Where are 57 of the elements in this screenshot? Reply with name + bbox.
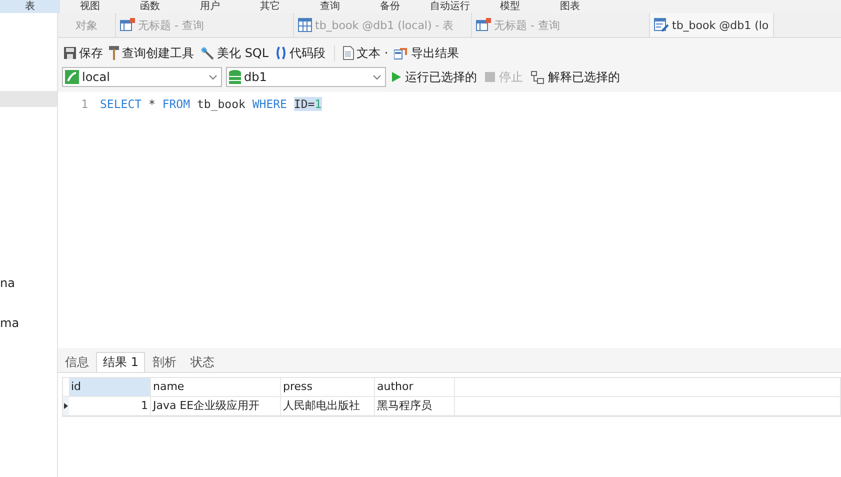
menu-item[interactable]: 其它 bbox=[240, 0, 300, 13]
sql-editor[interactable]: 1 SELECT * FROM tb_book WHERE ID=1 bbox=[58, 92, 841, 348]
save-icon bbox=[64, 47, 76, 59]
database-select[interactable]: db1 bbox=[226, 67, 386, 87]
result-tab[interactable]: 状态 bbox=[183, 352, 222, 372]
menu-item[interactable]: 查询 bbox=[300, 0, 360, 13]
menu-item[interactable]: 用户 bbox=[180, 0, 240, 13]
toolbar-button[interactable]: 文本 · bbox=[334, 44, 390, 62]
sidebar-item[interactable]: ma bbox=[0, 315, 57, 331]
toolbar-button[interactable]: 代码段 bbox=[272, 44, 328, 62]
row-pointer-icon bbox=[64, 403, 68, 409]
chevron-down-icon bbox=[373, 74, 381, 80]
toolbar-button[interactable]: 保存 bbox=[62, 44, 105, 62]
sidebar-item[interactable]: na bbox=[0, 275, 57, 291]
run-action-button[interactable]: 运行已选择的 bbox=[390, 68, 479, 86]
toolbar-button[interactable]: 美化 SQL bbox=[198, 44, 271, 62]
table-cell: Java EE企业级应用开 bbox=[151, 397, 281, 415]
stop-icon bbox=[485, 72, 495, 82]
result-tab[interactable]: 剖析 bbox=[145, 352, 184, 372]
result-tab[interactable]: 信息 bbox=[58, 352, 96, 372]
menu-item[interactable]: 备份 bbox=[360, 0, 420, 13]
sidebar-item[interactable] bbox=[0, 91, 57, 107]
column-header[interactable]: id bbox=[69, 378, 151, 396]
line-number: 1 bbox=[80, 96, 88, 112]
connection-icon bbox=[65, 70, 79, 84]
result-tab[interactable]: 结果 1 bbox=[96, 352, 146, 372]
export-icon bbox=[394, 46, 408, 60]
run-action-button[interactable]: 解释已选择的 bbox=[529, 68, 622, 86]
chevron-down-icon bbox=[209, 74, 217, 80]
column-header[interactable]: author bbox=[375, 378, 455, 396]
menu-item[interactable]: 函数 bbox=[120, 0, 180, 13]
explain-icon bbox=[531, 70, 544, 84]
query-table-icon bbox=[476, 18, 491, 32]
table-cell: 人民邮电出版社 bbox=[281, 397, 375, 415]
code-line: SELECT * FROM tb_book WHERE ID=1 bbox=[100, 96, 322, 112]
menu-item[interactable]: 视图 bbox=[60, 0, 120, 13]
column-header[interactable]: press bbox=[281, 378, 375, 396]
toolbar-button[interactable]: 查询创建工具 bbox=[107, 44, 196, 62]
database-icon bbox=[229, 70, 241, 84]
menu-item[interactable]: 表 bbox=[0, 0, 60, 13]
braces-icon bbox=[274, 46, 287, 60]
menu-item[interactable]: 模型 bbox=[480, 0, 540, 13]
toolbar-button[interactable]: 导出结果 bbox=[392, 44, 462, 62]
menu-item[interactable]: 图表 bbox=[540, 0, 600, 13]
connection-select[interactable]: local bbox=[62, 67, 222, 87]
table-cell: 1 bbox=[69, 397, 151, 415]
query-table-icon bbox=[120, 18, 135, 32]
menu-item[interactable]: 自动运行 bbox=[420, 0, 480, 13]
column-header[interactable]: name bbox=[151, 378, 281, 396]
document-icon bbox=[342, 46, 354, 60]
magic-wand-icon bbox=[200, 46, 214, 60]
play-icon bbox=[392, 72, 401, 82]
tab[interactable]: tb_book @db1 (lo bbox=[650, 13, 774, 37]
table-icon bbox=[298, 18, 312, 32]
table-edit-icon bbox=[654, 18, 669, 32]
table-cell: 黑马程序员 bbox=[375, 397, 455, 415]
hammer-icon bbox=[109, 46, 119, 60]
